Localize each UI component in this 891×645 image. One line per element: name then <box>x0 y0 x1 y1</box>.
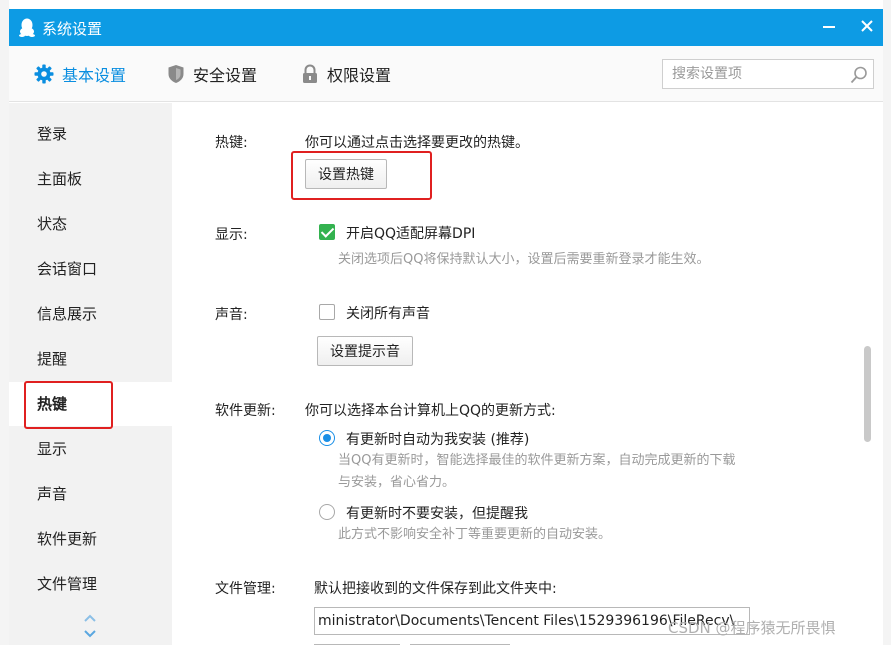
auto-install-hint-line2: 与安装，省心省力。 <box>338 475 456 490</box>
tab-security-settings-label: 安全设置 <box>193 66 258 85</box>
mute-all-checkbox[interactable] <box>319 304 335 320</box>
file-section-label: 文件管理: <box>215 581 276 597</box>
remind-only-radio[interactable] <box>319 504 335 520</box>
sidebar-item-hotkey[interactable]: 热键 <box>9 382 172 426</box>
gear-icon <box>34 64 54 84</box>
auto-install-radio[interactable] <box>319 430 335 446</box>
set-notification-sound-button[interactable]: 设置提示音 <box>317 336 413 366</box>
qq-penguin-icon <box>19 18 35 37</box>
sidebar-item-chat-window[interactable]: 会话窗口 <box>9 247 172 291</box>
close-button[interactable] <box>853 12 881 42</box>
sidebar-item-file-management[interactable]: 文件管理 <box>9 562 172 606</box>
lock-icon <box>303 64 317 83</box>
background-edge-right <box>883 0 891 645</box>
tab-permission-settings[interactable]: 权限设置 <box>301 62 391 86</box>
search-input[interactable] <box>663 60 843 88</box>
minimize-icon <box>823 26 835 28</box>
remind-only-hint: 此方式不影响安全补丁等重要更新的自动安装。 <box>338 527 612 542</box>
close-icon <box>861 20 873 32</box>
chevron-up-icon[interactable] <box>82 611 98 625</box>
settings-search-box <box>662 59 874 89</box>
chevron-down-icon[interactable] <box>82 627 98 641</box>
shield-icon <box>168 65 184 83</box>
search-icon[interactable] <box>849 65 869 85</box>
sidebar-item-status[interactable]: 状态 <box>9 202 172 246</box>
window-title: 系统设置 <box>42 20 103 38</box>
tab-permission-settings-label: 权限设置 <box>327 66 392 85</box>
settings-window: 系统设置 基本设置 安全设置 权限设置 搜索设置项 登录 主面板 状态 会话窗口… <box>9 9 883 645</box>
background-edge-left <box>0 0 9 645</box>
content-scrollbar-track <box>869 103 883 645</box>
display-section-label: 显示: <box>215 227 248 243</box>
mute-all-checkbox-label: 关闭所有声音 <box>346 306 430 322</box>
set-hotkey-button[interactable]: 设置热键 <box>305 159 387 189</box>
hotkey-section-label: 热键: <box>215 135 248 151</box>
sidebar-item-software-update[interactable]: 软件更新 <box>9 517 172 561</box>
settings-sidebar: 登录 主面板 状态 会话窗口 信息展示 提醒 热键 显示 声音 软件更新 文件管… <box>9 103 172 645</box>
sidebar-item-reminder[interactable]: 提醒 <box>9 337 172 381</box>
csdn-watermark: CSDN @程序猿无所畏惧 <box>668 619 836 637</box>
sidebar-item-info-display[interactable]: 信息展示 <box>9 292 172 336</box>
settings-tab-bar: 基本设置 安全设置 权限设置 <box>9 46 883 102</box>
update-section-label: 软件更新: <box>215 403 276 419</box>
settings-content: 热键: 你可以通过点击选择要更改的热键。 设置热键 显示: 开启QQ适配屏幕DP… <box>172 103 869 645</box>
content-scrollbar-thumb[interactable] <box>864 346 871 442</box>
auto-install-radio-label: 有更新时自动为我安装 (推荐) <box>346 432 530 448</box>
sound-section-label: 声音: <box>215 307 248 323</box>
file-description: 默认把接收到的文件保存到此文件夹中: <box>314 581 557 597</box>
auto-install-hint-line1: 当QQ有更新时，智能选择最佳的软件更新方案，自动完成更新的下载 <box>338 453 736 468</box>
dpi-checkbox[interactable] <box>319 224 335 240</box>
title-bar: 系统设置 <box>9 9 883 46</box>
sidebar-item-login[interactable]: 登录 <box>9 112 172 156</box>
minimize-button[interactable] <box>815 12 843 42</box>
tab-security-settings[interactable]: 安全设置 <box>167 62 257 86</box>
sidebar-item-display[interactable]: 显示 <box>9 427 172 471</box>
hotkey-description: 你可以通过点击选择要更改的热键。 <box>305 135 529 151</box>
update-description: 你可以选择本台计算机上QQ的更新方式: <box>305 403 556 419</box>
sidebar-item-main-panel[interactable]: 主面板 <box>9 157 172 201</box>
dpi-hint: 关闭选项后QQ将保持默认大小，设置后需要重新登录才能生效。 <box>338 252 710 267</box>
tab-basic-settings-label: 基本设置 <box>62 66 127 85</box>
remind-only-radio-label: 有更新时不要安装，但提醒我 <box>346 506 528 522</box>
sidebar-item-sound[interactable]: 声音 <box>9 472 172 516</box>
dpi-checkbox-label: 开启QQ适配屏幕DPI <box>346 226 476 242</box>
tab-basic-settings[interactable]: 基本设置 <box>34 62 126 86</box>
